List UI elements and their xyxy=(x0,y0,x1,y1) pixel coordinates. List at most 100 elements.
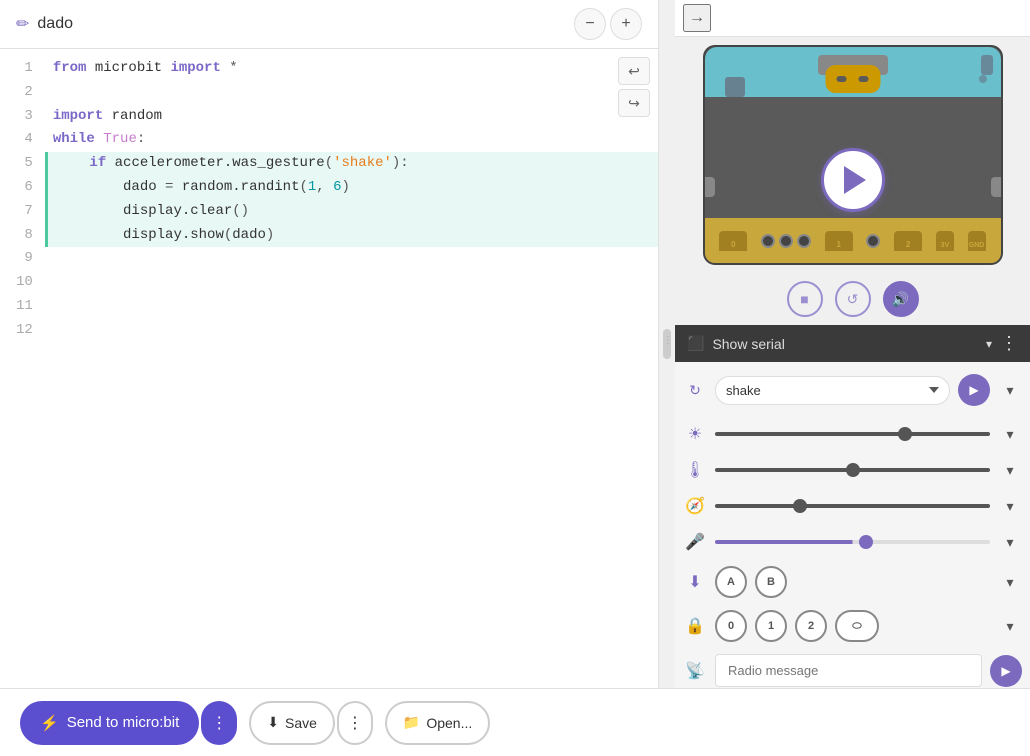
code-line: import random xyxy=(45,105,658,129)
serial-dropdown-button[interactable]: ▾ xyxy=(986,337,992,351)
compass-icon: 🧭 xyxy=(683,494,707,518)
buttons-expand-button[interactable]: ▾ xyxy=(998,570,1022,594)
undo-redo-controls: ↩ ↪ xyxy=(618,57,650,117)
gesture-row: ↻ shake up down left right face up face … xyxy=(683,370,1022,410)
sim-header: → xyxy=(675,0,1030,37)
code-line xyxy=(45,247,658,271)
undo-button[interactable]: ↩ xyxy=(618,57,650,85)
code-line xyxy=(45,81,658,105)
serial-bar: ⬛ Show serial ▾ ⋮ xyxy=(675,325,1030,362)
restart-button[interactable]: ↺ xyxy=(835,281,871,317)
compass-expand-button[interactable]: ▾ xyxy=(998,494,1022,518)
download-icon: ⬇ xyxy=(683,570,707,594)
microbit-corner-mark-tl xyxy=(725,77,745,97)
line-numbers: 1234 5678 9101112 xyxy=(0,57,45,680)
microbit-simulator: 0 1 2 3V GND xyxy=(703,45,1003,265)
edit-icon: ✏ xyxy=(16,14,29,34)
compass-slider[interactable] xyxy=(715,504,990,508)
code-line: display.show(dado) xyxy=(45,224,658,248)
pin-gnd: GND xyxy=(968,231,986,251)
compass-slider-row: 🧭 ▾ xyxy=(683,494,1022,518)
file-name: dado xyxy=(37,15,566,33)
compass-slider-container xyxy=(715,504,990,508)
code-line: dado = random.randint(1, 6) xyxy=(45,176,658,200)
send-label: Send to micro:bit xyxy=(67,714,180,731)
send-icon: ⚡ xyxy=(40,714,59,732)
radio-send-button[interactable]: ▶ xyxy=(990,655,1022,687)
microphone-slider[interactable] xyxy=(715,540,990,544)
temperature-expand-button[interactable]: ▾ xyxy=(998,458,1022,482)
save-label: Save xyxy=(285,715,317,731)
microbit-bottom-strip: 0 1 2 3V GND xyxy=(705,218,1001,263)
gesture-select[interactable]: shake up down left right face up face do… xyxy=(715,376,950,405)
stop-button[interactable]: ■ xyxy=(787,281,823,317)
microbit-button-a[interactable] xyxy=(703,177,715,197)
pin-3v: 3V xyxy=(936,231,954,251)
microbit-right-eye xyxy=(859,76,869,82)
microphone-slider-container xyxy=(715,540,990,544)
pin-button-0[interactable]: 0 xyxy=(715,610,747,642)
open-button[interactable]: 📁 Open... xyxy=(385,701,490,745)
pin-row: 🔒 0 1 2 ⬭ ▾ xyxy=(683,610,1022,642)
button-b[interactable]: B xyxy=(755,566,787,598)
gesture-expand-button[interactable]: ▾ xyxy=(998,378,1022,402)
pin-hole-small xyxy=(761,234,775,248)
pin-1[interactable]: 1 xyxy=(825,231,853,251)
send-button-group: ⚡ Send to micro:bit ⋮ xyxy=(20,701,237,745)
pin-2[interactable]: 2 xyxy=(894,231,922,251)
code-line: if accelerometer.was_gesture('shake'): xyxy=(45,152,658,176)
panel-divider: ⋮ xyxy=(659,0,675,688)
lock-icon: 🔒 xyxy=(683,614,707,638)
open-icon: 📁 xyxy=(403,714,420,731)
button-a[interactable]: A xyxy=(715,566,747,598)
send-to-microbit-button[interactable]: ⚡ Send to micro:bit xyxy=(20,701,199,745)
light-slider[interactable] xyxy=(715,432,990,436)
microbit-display: 0 1 2 3V GND xyxy=(675,37,1030,273)
editor-panel: ✏ dado − + 1234 5678 9101112 from microb… xyxy=(0,0,659,688)
pin-button-logo[interactable]: ⬭ xyxy=(835,610,879,642)
sim-collapse-button[interactable]: → xyxy=(683,4,711,32)
temperature-slider[interactable] xyxy=(715,468,990,472)
light-expand-button[interactable]: ▾ xyxy=(998,422,1022,446)
save-button[interactable]: ⬇ Save xyxy=(249,701,335,745)
redo-button[interactable]: ↪ xyxy=(618,89,650,117)
open-label: Open... xyxy=(426,715,472,731)
microbit-body: 0 1 2 3V GND xyxy=(705,97,1001,263)
editor-header: ✏ dado − + xyxy=(0,0,658,49)
serial-icon: ⬛ xyxy=(687,335,704,352)
gesture-select-container: shake up down left right face up face do… xyxy=(715,376,950,405)
code-editor[interactable]: 1234 5678 9101112 from microbit import *… xyxy=(0,49,658,688)
gesture-run-button[interactable]: ▶ xyxy=(958,374,990,406)
resize-handle[interactable]: ⋮ xyxy=(663,329,671,359)
pin-holes xyxy=(761,234,811,248)
volume-button[interactable]: 🔊 xyxy=(883,281,919,317)
pin-hole-small xyxy=(866,234,880,248)
radio-message-input[interactable] xyxy=(715,654,982,687)
pin-0[interactable]: 0 xyxy=(719,231,747,251)
pin-button-1[interactable]: 1 xyxy=(755,610,787,642)
light-slider-container xyxy=(715,432,990,436)
microbit-left-eye xyxy=(837,76,847,82)
simulator-panel: → xyxy=(675,0,1030,688)
code-line: while True: xyxy=(45,128,658,152)
code-lines: from microbit import * import random whi… xyxy=(45,57,658,680)
microbit-dot-tr xyxy=(979,75,987,83)
microphone-slider-row: 🎤 ▾ xyxy=(683,530,1022,554)
microphone-expand-button[interactable]: ▾ xyxy=(998,530,1022,554)
code-line xyxy=(45,295,658,319)
zoom-in-button[interactable]: + xyxy=(610,8,642,40)
code-line xyxy=(45,319,658,343)
microbit-play-button[interactable] xyxy=(821,148,885,212)
microbit-face xyxy=(825,65,880,93)
save-more-button[interactable]: ⋮ xyxy=(337,701,373,745)
zoom-controls: − + xyxy=(574,8,642,40)
pins-expand-button[interactable]: ▾ xyxy=(998,614,1022,638)
pin-button-2[interactable]: 2 xyxy=(795,610,827,642)
temperature-icon: 🌡 xyxy=(683,458,707,482)
send-more-button[interactable]: ⋮ xyxy=(201,701,237,745)
zoom-out-button[interactable]: − xyxy=(574,8,606,40)
microbit-corner-mark-tr xyxy=(981,55,993,75)
microbit-button-b[interactable] xyxy=(991,177,1003,197)
serial-more-button[interactable]: ⋮ xyxy=(1000,333,1018,354)
play-icon xyxy=(844,166,866,194)
